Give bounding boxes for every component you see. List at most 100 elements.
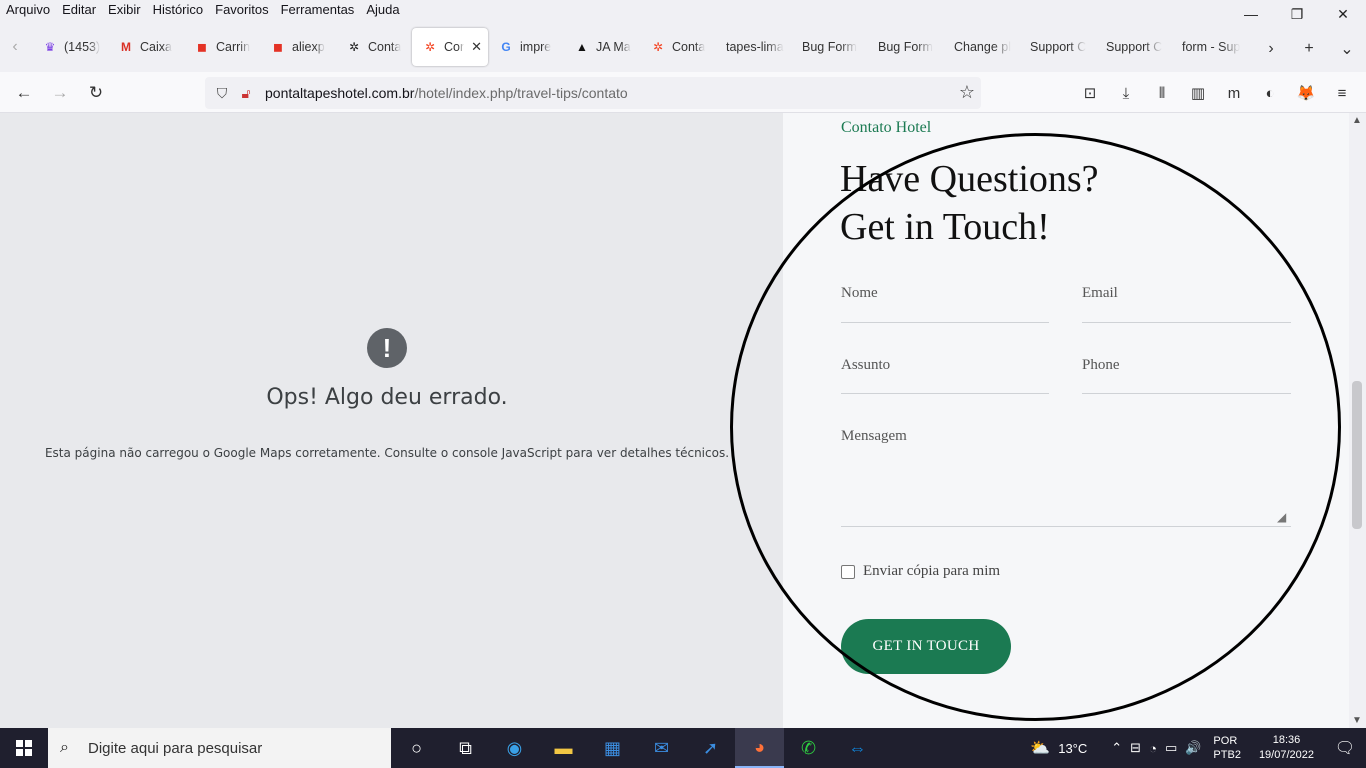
tab-4[interactable]: ✲ Conta	[336, 28, 412, 66]
phone-app-icon[interactable]: ✆	[784, 728, 833, 768]
menu-icon[interactable]: ≡	[1324, 80, 1360, 106]
tab-title: Caixa	[140, 40, 172, 54]
teamviewer-icon[interactable]: ⇔	[833, 728, 882, 768]
download-icon[interactable]: ⤓	[1108, 80, 1144, 106]
extension-toggle-icon[interactable]: ◐	[1252, 80, 1288, 106]
url-host: pontaltapeshotel.com.br	[265, 85, 415, 101]
subject-field[interactable]: Assunto	[841, 357, 1049, 394]
start-button[interactable]	[0, 728, 48, 768]
library-icon[interactable]: ⫴	[1144, 80, 1180, 106]
menu-item-editar[interactable]: Editar	[56, 0, 102, 22]
tab-13[interactable]: Support C	[1020, 28, 1096, 66]
name-placeholder: Nome	[841, 285, 878, 301]
list-all-tabs-button[interactable]: ⌄	[1328, 38, 1366, 60]
task-view-icon[interactable]: ⧉	[441, 728, 490, 768]
tab-title: Bug Form	[802, 40, 857, 54]
metamask-icon[interactable]: 🦊	[1288, 80, 1324, 106]
battery-icon[interactable]: ▭	[1161, 740, 1181, 756]
scroll-thumb[interactable]	[1352, 381, 1362, 529]
firefox-icon[interactable]: ◕	[735, 728, 784, 768]
input-language[interactable]: POR PTB2	[1205, 734, 1249, 762]
weather-temp[interactable]: 13°C	[1054, 741, 1091, 756]
tab-title: JA Ma	[596, 40, 631, 54]
get-in-touch-button[interactable]: GET IN TOUCH	[841, 619, 1011, 674]
new-tab-button[interactable]: +	[1290, 38, 1328, 60]
clock[interactable]: 18:36 19/07/2022	[1249, 733, 1324, 763]
headline-line-1: Have Questions?	[840, 158, 1099, 200]
menu-item-exibir[interactable]: Exibir	[102, 0, 147, 22]
volume-icon[interactable]: 🔊	[1181, 740, 1205, 756]
tab-14[interactable]: Support C	[1096, 28, 1172, 66]
gmail-icon: M	[121, 40, 131, 54]
menu-item-ajuda[interactable]: Ajuda	[360, 0, 405, 22]
tab-7[interactable]: ▲ JA Ma	[564, 28, 640, 66]
reload-button[interactable]: ↻	[83, 80, 109, 106]
network-icon[interactable]: ◔	[1145, 740, 1161, 756]
page-scrollbar[interactable]: ▲ ▼	[1349, 113, 1366, 728]
tab-6[interactable]: Gimpre	[488, 28, 564, 66]
tab-12[interactable]: Change pl	[944, 28, 1020, 66]
scroll-up-icon[interactable]: ▲	[1352, 115, 1362, 126]
tab-3[interactable]: ◼ aliexp	[260, 28, 336, 66]
send-copy-checkbox[interactable]	[841, 564, 855, 579]
send-copy-label[interactable]: Enviar cópia para mim	[863, 563, 1000, 580]
phone-field[interactable]: Phone	[1082, 357, 1291, 394]
menu-item-arquivo[interactable]: Arquivo	[0, 0, 56, 22]
menu-item-histórico[interactable]: Histórico	[147, 0, 210, 22]
file-explorer-icon[interactable]: ▬	[539, 728, 588, 768]
tab-9[interactable]: tapes-lima	[716, 28, 792, 66]
message-textarea[interactable]: Mensagem ◢	[841, 428, 1291, 527]
mail-icon[interactable]: ✉	[637, 728, 686, 768]
url-bar[interactable]: ⛉ 🔓︎ pontaltapeshotel.com.br/hotel/index…	[205, 77, 981, 109]
bookmark-star-icon[interactable]: ☆	[959, 82, 975, 103]
shield-icon[interactable]: ⛉	[211, 82, 233, 104]
notification-icon[interactable]: 🗨	[1324, 738, 1366, 758]
ja-logo-icon: ▲	[576, 40, 588, 54]
weather-icon[interactable]: ⛅	[1026, 738, 1054, 758]
taskbar-apps: ○ ⧉ ◉ ▬ ▦ ✉ ➚ ◕ ✆ ⇔	[392, 728, 882, 768]
menu-item-ferramentas[interactable]: Ferramentas	[275, 0, 361, 22]
scroll-down-icon[interactable]: ▼	[1352, 715, 1362, 726]
tab-1[interactable]: M Caixa	[108, 28, 184, 66]
arrow-app-icon[interactable]: ➚	[686, 728, 735, 768]
extension-m-icon[interactable]: m	[1216, 80, 1252, 106]
tab-scroll-left-button[interactable]: ‹	[4, 38, 26, 60]
tab-5[interactable]: ✲ Cor ✕	[412, 28, 488, 66]
tab-title: Conta	[672, 40, 706, 54]
store-icon[interactable]: ▦	[588, 728, 637, 768]
device-icon[interactable]: ⊟	[1126, 740, 1145, 756]
tab-10[interactable]: Bug Form	[792, 28, 868, 66]
tab-8[interactable]: ✲ Conta	[640, 28, 716, 66]
clock-time: 18:36	[1272, 734, 1301, 746]
pocket-icon[interactable]: ⊡	[1072, 80, 1108, 106]
tab-title: form - Sup	[1182, 40, 1241, 54]
tab-11[interactable]: Bug Form	[868, 28, 944, 66]
tab-scroll-right-button[interactable]: ›	[1252, 38, 1290, 60]
cortana-icon[interactable]: ○	[392, 728, 441, 768]
back-button[interactable]: ←	[11, 80, 37, 106]
email-placeholder: Email	[1082, 285, 1118, 301]
edge-icon[interactable]: ◉	[490, 728, 539, 768]
lock-insecure-icon[interactable]: 🔓︎	[235, 82, 257, 104]
tab-2[interactable]: ◼ Carrin	[184, 28, 260, 66]
tab-15[interactable]: form - Sup	[1172, 28, 1248, 66]
url-text[interactable]: pontaltapeshotel.com.br/hotel/index.php/…	[265, 85, 628, 101]
close-tab-icon[interactable]: ✕	[471, 39, 482, 55]
name-field[interactable]: Nome	[841, 285, 1049, 323]
windows-logo-icon	[16, 740, 32, 756]
taskbar-search[interactable]: ⌕ Digite aqui para pesquisar	[48, 728, 391, 768]
tab-bar: ‹ ♛ (1453) M Caixa ◼ Carrin ◼ aliexp ✲ Conta ✲ Cor ✕…	[0, 22, 1366, 72]
page-content: ! Ops! Algo deu errado. Esta página não …	[0, 113, 1366, 728]
email-field[interactable]: Email	[1082, 285, 1291, 323]
reader-sidebar-icon[interactable]: ▥	[1180, 80, 1216, 106]
menu-item-favoritos[interactable]: Favoritos	[209, 0, 274, 22]
keyboard-layout: PTB2	[1213, 749, 1241, 761]
resize-grip-icon[interactable]: ◢	[1277, 510, 1291, 524]
map-panel: ! Ops! Algo deu errado. Esta página não …	[0, 113, 783, 728]
tab-0[interactable]: ♛ (1453)	[32, 28, 108, 66]
tab-title: Support C	[1106, 40, 1163, 54]
shop-bag-icon: ◼	[273, 40, 283, 54]
show-hidden-icons-icon[interactable]: ⌃	[1107, 740, 1126, 756]
forward-button[interactable]: →	[47, 80, 73, 106]
tab-title: tapes-lima	[726, 40, 784, 54]
